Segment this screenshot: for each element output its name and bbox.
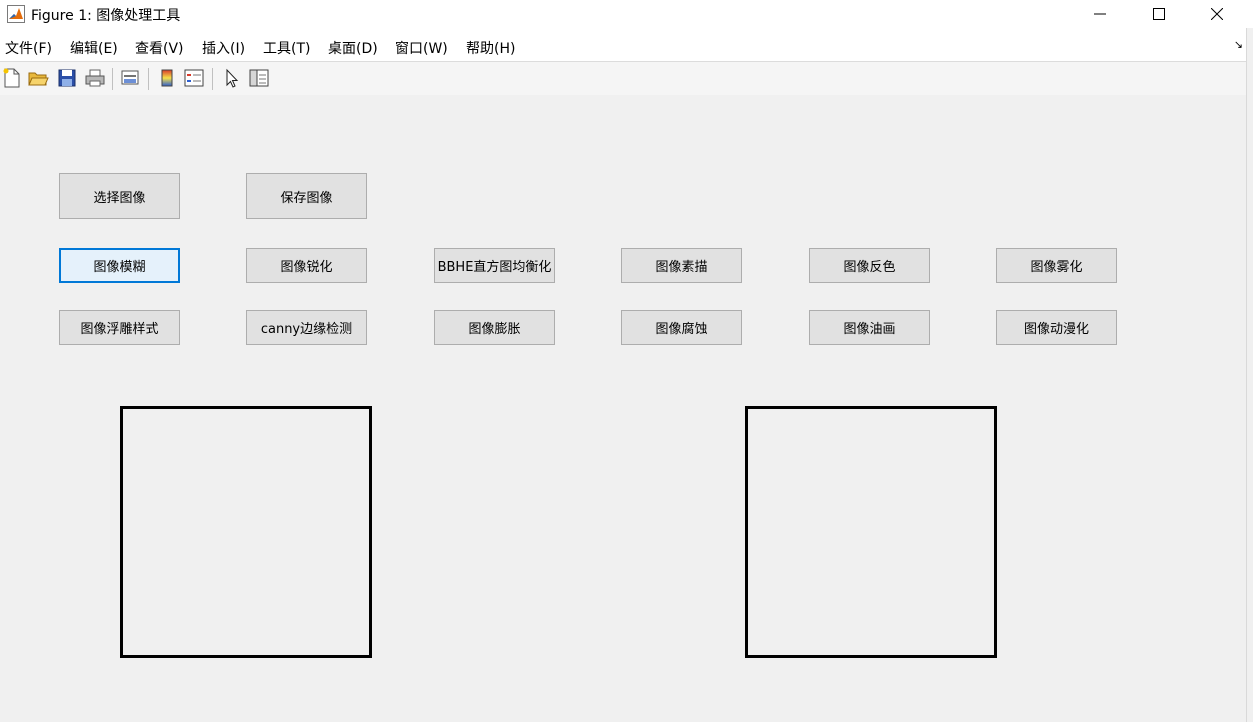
menu-bar: 文件(F) 编辑(E) 查看(V) 插入(I) 工具(T) 桌面(D) 窗口(W… [0,28,1253,61]
maximize-button[interactable] [1130,0,1188,28]
property-inspector-icon[interactable] [248,67,270,89]
right-image-axes[interactable] [745,406,997,658]
dock-arrow-icon[interactable]: ↘ [1234,38,1243,51]
invert-button[interactable]: 图像反色 [809,248,930,283]
menu-insert[interactable]: 插入(I) [202,38,245,58]
minimize-icon [1094,13,1106,15]
close-icon [1211,8,1223,20]
colorbar-icon[interactable] [156,67,178,89]
minimize-button[interactable] [1071,0,1129,28]
fog-button[interactable]: 图像雾化 [996,248,1117,283]
menu-desktop[interactable]: 桌面(D) [328,38,378,58]
save-image-button[interactable]: 保存图像 [246,173,367,219]
menu-window[interactable]: 窗口(W) [395,38,448,58]
toolbar-separator [148,68,149,90]
menu-help[interactable]: 帮助(H) [466,38,515,58]
matlab-logo-icon [7,5,25,23]
menu-file[interactable]: 文件(F) [5,38,52,58]
canny-button[interactable]: canny边缘检测 [246,310,367,345]
menu-tools[interactable]: 工具(T) [263,38,310,58]
figure-canvas: 选择图像 保存图像 图像模糊 图像锐化 BBHE直方图均衡化 图像素描 图像反色… [0,95,1253,722]
sharpen-button[interactable]: 图像锐化 [246,248,367,283]
left-image-axes[interactable] [120,406,372,658]
bbhe-button[interactable]: BBHE直方图均衡化 [434,248,555,283]
close-button[interactable] [1188,0,1246,28]
link-plot-icon[interactable] [119,67,141,89]
title-bar: Figure 1: 图像处理工具 [0,0,1253,28]
legend-icon[interactable] [183,67,205,89]
maximize-icon [1153,8,1165,20]
edit-plot-arrow-icon[interactable] [221,67,243,89]
open-file-icon[interactable] [27,67,49,89]
save-icon[interactable] [56,67,78,89]
window-right-border [1246,28,1253,722]
emboss-button[interactable]: 图像浮雕样式 [59,310,180,345]
print-icon[interactable] [84,67,106,89]
window-title: Figure 1: 图像处理工具 [31,8,181,24]
toolbar-separator [212,68,213,90]
erode-button[interactable]: 图像腐蚀 [621,310,742,345]
menu-view[interactable]: 查看(V) [135,38,184,58]
anime-button[interactable]: 图像动漫化 [996,310,1117,345]
menu-edit[interactable]: 编辑(E) [70,38,118,58]
sketch-button[interactable]: 图像素描 [621,248,742,283]
dilate-button[interactable]: 图像膨胀 [434,310,555,345]
toolbar-separator [112,68,113,90]
select-image-button[interactable]: 选择图像 [59,173,180,219]
oil-painting-button[interactable]: 图像油画 [809,310,930,345]
figure-toolbar [0,61,1253,96]
new-figure-icon[interactable] [1,67,23,89]
blur-button[interactable]: 图像模糊 [59,248,180,283]
